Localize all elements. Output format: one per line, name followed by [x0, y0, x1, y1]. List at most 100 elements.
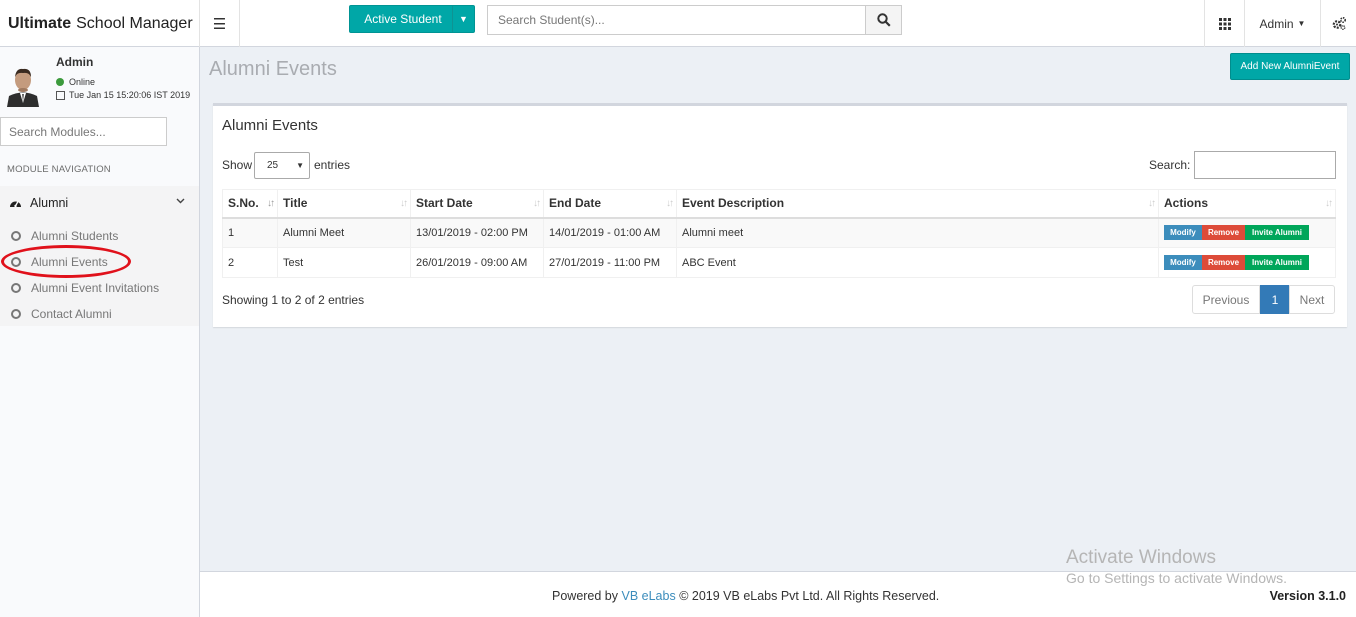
user-datetime: Tue Jan 15 15:20:06 IST 2019: [56, 90, 190, 100]
grid-icon: [1218, 17, 1231, 30]
version-text: Version 3.1.0: [1269, 589, 1346, 603]
search-icon: [876, 13, 891, 27]
column-label: Actions: [1164, 196, 1209, 211]
column-label: Title: [283, 196, 308, 211]
circle-icon: [11, 231, 21, 241]
cell-title: Test: [277, 247, 411, 278]
watermark-title: Activate Windows: [1066, 547, 1216, 568]
copyright-text: © 2019 VB eLabs Pvt Ltd. All Rights Rese…: [679, 589, 940, 603]
invite-alumni-button[interactable]: Invite Alumni: [1245, 225, 1309, 241]
sidebar-item-label: Alumni Event Invitations: [31, 281, 160, 295]
remove-button[interactable]: Remove: [1202, 255, 1245, 270]
remove-button[interactable]: Remove: [1202, 225, 1245, 241]
sidebar-item-alumni-event-invitations[interactable]: Alumni Event Invitations: [0, 276, 199, 300]
app-logo[interactable]: Ultimate School Manager: [0, 0, 200, 47]
sidebar-item-label: Alumni: [30, 196, 69, 210]
admin-menu-button[interactable]: Admin ▼: [1244, 0, 1320, 47]
cell-end-date: 14/01/2019 - 01:00 AM: [543, 217, 677, 248]
cell-actions: Modify Remove Invite Alumni: [1158, 247, 1336, 278]
active-student-label: Active Student: [364, 12, 442, 26]
cell-title: Alumni Meet: [277, 217, 411, 248]
cell-description: Alumni meet: [676, 217, 1159, 248]
sidebar: Admin Online Tue Jan 15 15:20:06 IST 201…: [0, 47, 200, 617]
events-box: Alumni Events Show 25 ▼ entries Search: …: [213, 103, 1347, 327]
user-panel: Admin Online Tue Jan 15 15:20:06 IST 201…: [0, 47, 199, 112]
gears-icon: [1332, 17, 1346, 30]
student-search-button[interactable]: [865, 5, 902, 35]
module-navigation-header: MODULE NAVIGATION: [7, 164, 111, 175]
table-info: Showing 1 to 2 of 2 entries: [222, 293, 365, 307]
sidebar-item-alumni[interactable]: Alumni: [0, 186, 199, 220]
table-search-input[interactable]: [1194, 151, 1336, 179]
settings-button[interactable]: [1320, 0, 1356, 47]
caret-down-icon[interactable]: ▼: [452, 6, 474, 32]
modify-button[interactable]: Modify: [1164, 225, 1202, 241]
sort-asc-icon: ↓↑: [267, 198, 275, 209]
column-label: Event Description: [682, 196, 785, 211]
footer-credits: Powered by VB eLabs © 2019 VB eLabs Pvt …: [552, 589, 939, 603]
column-label: S.No.: [228, 196, 259, 211]
highlight-annotation: [1, 245, 131, 278]
column-header-actions[interactable]: Actions ↓↑: [1158, 189, 1336, 219]
page-length-select[interactable]: 25 ▼: [254, 152, 310, 179]
box-title: Alumni Events: [222, 117, 318, 134]
sidebar-toggle-button[interactable]: ☰: [200, 0, 240, 47]
column-header-end-date[interactable]: End Date ↓↑: [543, 189, 677, 219]
hamburger-icon: ☰: [212, 15, 227, 33]
brand-bold: Ultimate: [8, 14, 72, 32]
column-header-description[interactable]: Event Description ↓↑: [676, 189, 1159, 219]
active-student-dropdown[interactable]: Active Student ▼: [349, 5, 475, 33]
sidebar-item-contact-alumni[interactable]: Contact Alumni: [0, 302, 199, 326]
column-header-sno[interactable]: S.No. ↓↑: [222, 189, 278, 219]
windows-activation-watermark: Activate Windows Go to Settings to activ…: [1066, 547, 1287, 586]
sidebar-item-alumni-students[interactable]: Alumni Students: [0, 224, 199, 248]
cell-start-date: 13/01/2019 - 02:00 PM: [410, 217, 544, 248]
pagination-next[interactable]: Next: [1289, 285, 1335, 314]
sort-icon: ↓↑: [533, 198, 541, 209]
column-header-start-date[interactable]: Start Date ↓↑: [410, 189, 544, 219]
table-search-label: Search:: [1149, 158, 1191, 172]
admin-label: Admin: [1259, 16, 1294, 31]
cell-description: ABC Event: [676, 247, 1159, 278]
show-label: Show: [222, 158, 253, 172]
vendor-link[interactable]: VB eLabs: [622, 589, 676, 603]
calendar-icon: [56, 90, 65, 100]
table-row: 1 Alumni Meet 13/01/2019 - 02:00 PM 14/0…: [222, 217, 1336, 248]
column-label: Start Date: [416, 196, 473, 211]
circle-icon: [11, 309, 21, 319]
dashboard-icon: [10, 201, 21, 208]
avatar: [4, 63, 42, 107]
modify-button[interactable]: Modify: [1164, 255, 1202, 270]
student-search-input[interactable]: [487, 5, 866, 35]
pagination-previous[interactable]: Previous: [1192, 285, 1260, 314]
sort-icon: ↓↑: [400, 198, 408, 209]
sort-icon: ↓↑: [1148, 198, 1156, 209]
invite-alumni-button[interactable]: Invite Alumni: [1245, 255, 1309, 270]
module-search-input[interactable]: [0, 117, 167, 146]
column-label: End Date: [549, 196, 602, 211]
page-title: Alumni Events: [209, 58, 337, 80]
online-dot-icon: [56, 78, 64, 86]
watermark-subtitle: Go to Settings to activate Windows.: [1066, 570, 1287, 586]
user-name: Admin: [56, 55, 94, 69]
sort-icon: ↓↑: [666, 198, 674, 209]
cell-end-date: 27/01/2019 - 11:00 PM: [543, 247, 677, 278]
cell-sno: 2: [222, 247, 278, 278]
chevron-down-icon: [176, 198, 185, 204]
sidebar-item-label: Contact Alumni: [31, 307, 112, 321]
table-row: 2 Test 26/01/2019 - 09:00 AM 27/01/2019 …: [222, 247, 1336, 278]
pagination: Previous 1 Next: [1192, 285, 1335, 314]
sort-icon: ↓↑: [1325, 198, 1333, 209]
datetime-text: Tue Jan 15 15:20:06 IST 2019: [69, 90, 191, 100]
pagination-page-current[interactable]: 1: [1260, 285, 1290, 314]
top-navbar: Ultimate School Manager ☰ Active Student…: [0, 0, 1356, 47]
column-header-title[interactable]: Title ↓↑: [277, 189, 411, 219]
cell-sno: 1: [222, 217, 278, 248]
brand-rest: School Manager: [76, 14, 193, 32]
caret-down-icon: ▼: [296, 161, 304, 170]
add-alumni-event-button[interactable]: Add New AlumniEvent: [1230, 53, 1350, 80]
apps-grid-button[interactable]: [1204, 0, 1244, 47]
sidebar-item-label: Alumni Students: [31, 229, 119, 243]
cell-actions: Modify Remove Invite Alumni: [1158, 217, 1336, 248]
circle-icon: [11, 283, 21, 293]
